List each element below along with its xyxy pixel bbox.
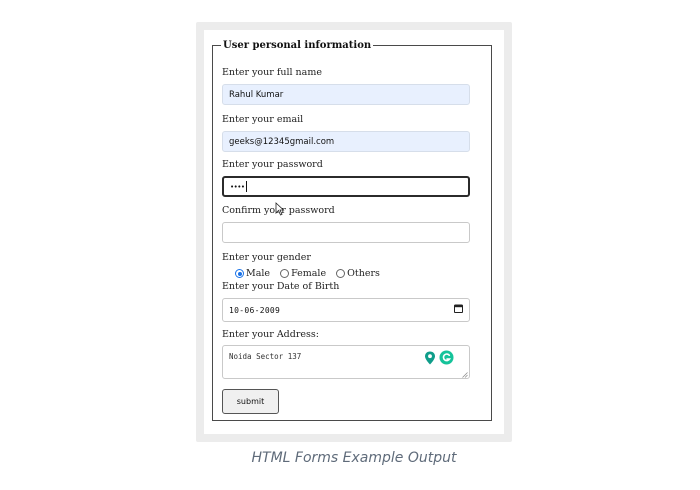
address-label: Enter your Address:	[222, 329, 319, 340]
textarea-extension-icons	[424, 350, 454, 365]
address-value: Noida Sector 137	[229, 352, 302, 361]
full-name-input[interactable]: Rahul Kumar	[222, 84, 470, 105]
text-caret	[245, 181, 247, 192]
radio-others[interactable]	[336, 269, 346, 278]
grammarly-icon[interactable]	[439, 350, 454, 365]
gender-option-female[interactable]: Female	[280, 268, 326, 279]
gender-option-others[interactable]: Others	[336, 268, 380, 279]
resize-handle-icon[interactable]	[462, 372, 468, 378]
email-input[interactable]: geeks@12345gmail.com	[222, 131, 470, 152]
dob-label: Enter your Date of Birth	[222, 281, 340, 292]
calendar-icon[interactable]	[454, 304, 463, 313]
email-label: Enter your email	[222, 114, 304, 125]
mouse-cursor-icon	[275, 202, 285, 216]
password-label: Enter your password	[222, 159, 323, 170]
dob-input[interactable]: 10-06-2009	[222, 298, 470, 322]
password-value: ••••	[230, 182, 245, 191]
figure-caption: HTML Forms Example Output	[251, 450, 457, 466]
gender-radio-group: Male Female Others	[235, 268, 390, 279]
submit-button[interactable]: submit	[222, 389, 279, 414]
gender-label: Enter your gender	[222, 252, 311, 263]
gender-female-label: Female	[291, 268, 327, 279]
full-name-label: Enter your full name	[222, 67, 322, 78]
radio-male[interactable]	[235, 269, 244, 278]
radio-female[interactable]	[280, 269, 290, 278]
location-pin-icon[interactable]	[424, 351, 436, 365]
email-value: geeks@12345gmail.com	[229, 136, 335, 147]
full-name-value: Rahul Kumar	[229, 89, 284, 100]
gender-option-male[interactable]: Male	[235, 268, 270, 279]
fieldset-legend: User personal information	[223, 40, 372, 51]
dob-value: 10-06-2009	[229, 305, 281, 315]
confirm-password-input[interactable]	[222, 222, 470, 243]
password-input[interactable]: ••••	[222, 176, 470, 197]
gender-male-label: Male	[246, 268, 271, 279]
gender-others-label: Others	[347, 268, 380, 279]
